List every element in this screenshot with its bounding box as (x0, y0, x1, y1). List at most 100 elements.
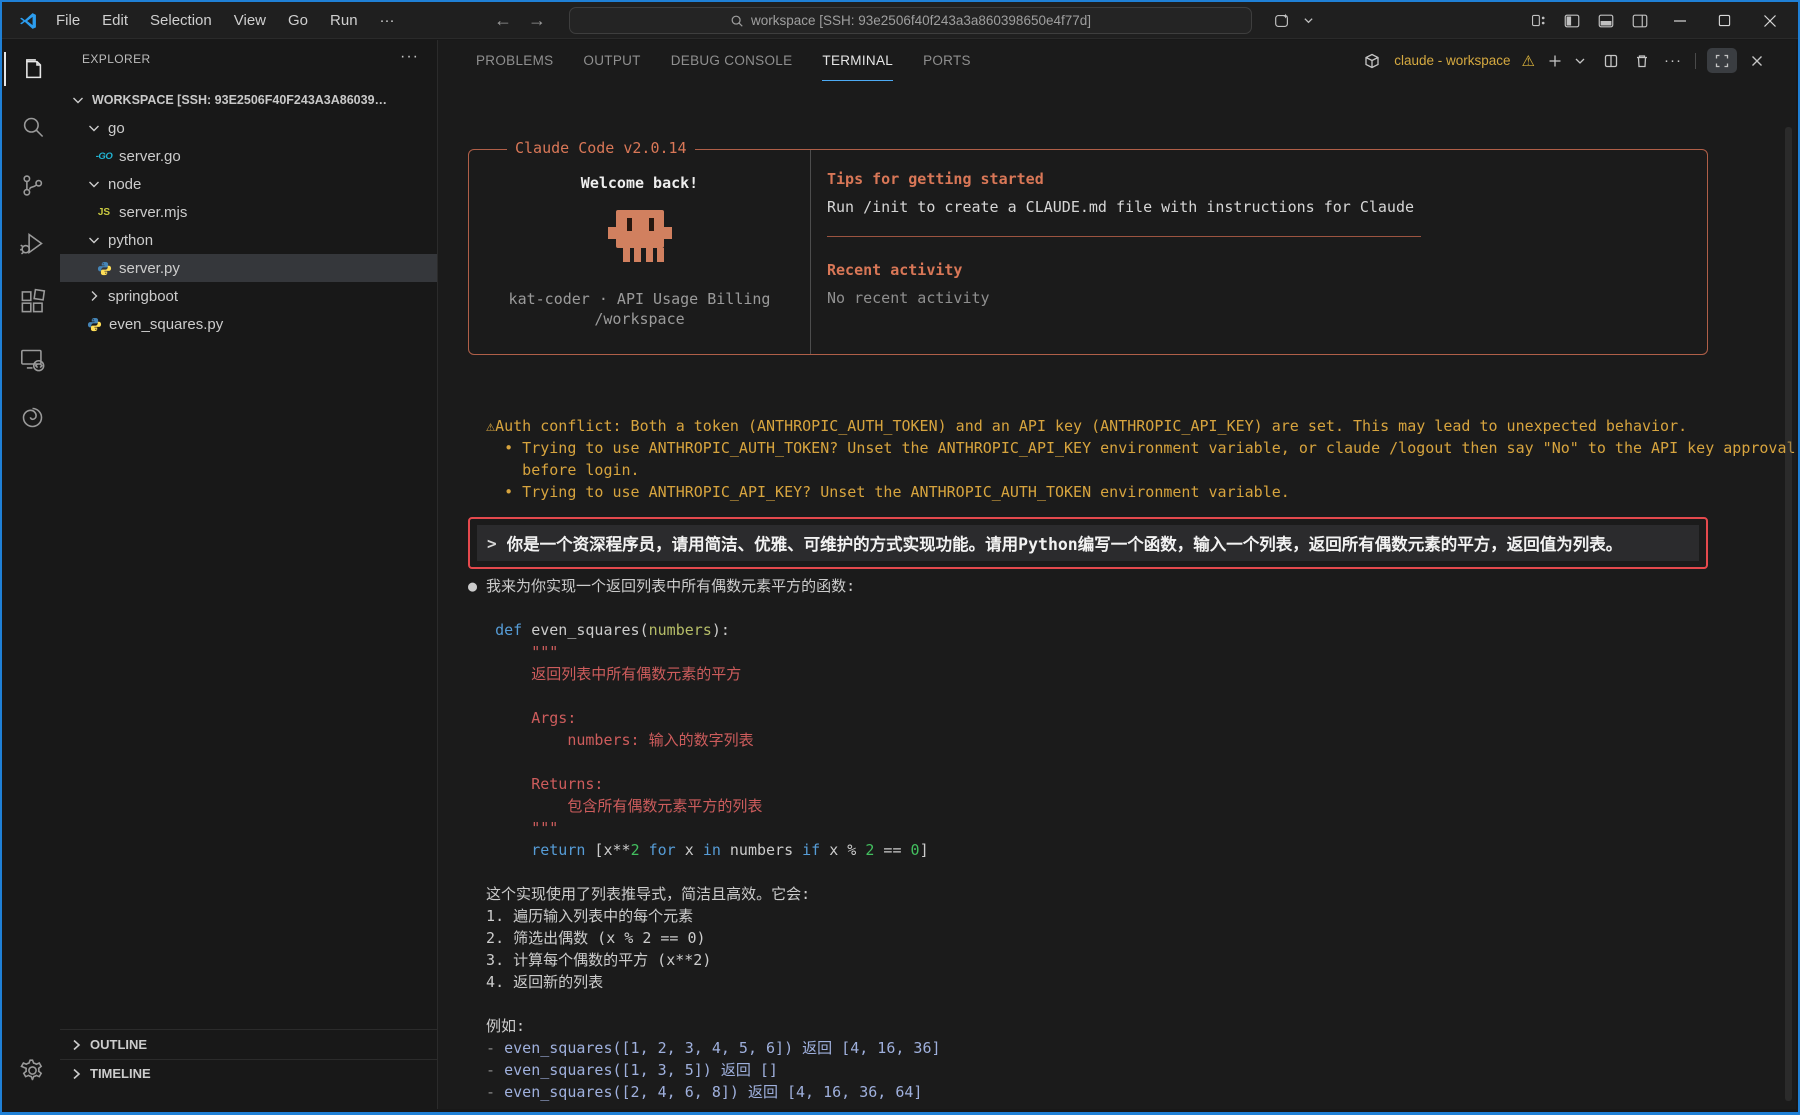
maximize-button[interactable] (1702, 2, 1747, 39)
terminal-warning-icon: ⚠ (1522, 52, 1535, 70)
tips-line: Run /init to create a CLAUDE.md file wit… (827, 198, 1707, 218)
command-center[interactable]: workspace [SSH: 93e2506f40f243a3a8603986… (569, 7, 1252, 34)
claude-mascot-icon (607, 210, 673, 266)
forward-icon[interactable]: → (528, 10, 546, 31)
activitybar-explorer-icon[interactable] (4, 40, 60, 98)
panel-more-actions-icon[interactable]: ··· (1662, 50, 1684, 72)
copilot-icon[interactable] (1265, 7, 1299, 35)
file-tree: WORKSPACE [SSH: 93E2506F40F243A3A8603986… (60, 86, 437, 338)
tree-item-label: even_squares.py (109, 316, 223, 333)
activitybar-remote-explorer-icon[interactable] (4, 330, 60, 388)
activitybar-source-control-icon[interactable] (4, 156, 60, 214)
terminal-tab-label[interactable]: claude - workspace (1394, 53, 1510, 68)
terminal-dropdown-chevron-icon[interactable] (1569, 50, 1591, 72)
terminal-line (468, 751, 1796, 773)
terminal-line: 2. 筛选出偶数 (x % 2 == 0) (468, 927, 1796, 949)
activity-bar (4, 40, 60, 1109)
tree-item-server.go[interactable]: -GOserver.go (60, 142, 437, 170)
chevron-right-icon (68, 1037, 84, 1053)
tree-item-label: node (108, 176, 141, 193)
claude-code-welcome-box: Claude Code v2.0.14 Welcome back! (468, 149, 1708, 355)
close-panel-icon[interactable] (1746, 50, 1768, 72)
tips-title: Tips for getting started (827, 170, 1707, 190)
panel-tab-output[interactable]: OUTPUT (583, 40, 640, 81)
terminal-line: • Trying to use ANTHROPIC_API_KEY? Unset… (468, 481, 1796, 503)
menu-run[interactable]: Run (319, 8, 369, 33)
copilot-chevron-icon[interactable] (1303, 15, 1314, 26)
prompt-input-box[interactable]: > 你是一个资深程序员，请用简洁、优雅、可维护的方式实现功能。请用Python编… (468, 517, 1708, 569)
timeline-section[interactable]: TIMELINE (60, 1059, 437, 1087)
tree-item-node[interactable]: node (60, 170, 437, 198)
tree-item-label: server.go (119, 148, 181, 165)
claude-box-right-column: Tips for getting started Run /init to cr… (811, 150, 1707, 354)
terminal-line: - even_squares([1, 3, 5]) 返回 [] (468, 1059, 1796, 1081)
tree-item-label: go (108, 120, 125, 137)
activitybar-settings-icon[interactable] (4, 1041, 60, 1099)
minimize-button[interactable] (1657, 2, 1702, 39)
tree-item-label: WORKSPACE [SSH: 93E2506F40F243A3A8603986… (92, 93, 392, 107)
new-terminal-icon[interactable] (1544, 50, 1566, 72)
layouts-icon[interactable] (1521, 7, 1555, 35)
terminal-line: before login. (468, 459, 1796, 481)
toggle-sidebar-icon[interactable] (1555, 7, 1589, 35)
tree-item-even-squares.py[interactable]: even_squares.py (60, 310, 437, 338)
toggle-panel-icon[interactable] (1589, 7, 1623, 35)
panel-tab-problems[interactable]: PROBLEMS (476, 40, 553, 81)
terminal-line (468, 685, 1796, 707)
terminal-scrollbar[interactable] (1785, 127, 1792, 1101)
terminal-line: - even_squares([2, 4, 6, 8]) 返回 [4, 16, … (468, 1081, 1796, 1103)
panel-tab-ports[interactable]: PORTS (923, 40, 971, 81)
activitybar-ai-assistant-icon[interactable] (4, 388, 60, 446)
menu-view[interactable]: View (223, 8, 277, 33)
split-terminal-icon[interactable] (1600, 50, 1622, 72)
chevron-down-icon (86, 232, 102, 248)
panel-tab-debug-console[interactable]: DEBUG CONSOLE (671, 40, 793, 81)
tree-item-springboot[interactable]: springboot (60, 282, 437, 310)
menu-go[interactable]: Go (277, 8, 319, 33)
tree-item-server.py[interactable]: server.py (60, 254, 437, 282)
menu-selection[interactable]: Selection (139, 8, 223, 33)
terminal-line: 返回列表中所有偶数元素的平方 (468, 663, 1796, 685)
menu-edit[interactable]: Edit (91, 8, 139, 33)
auth-warning-block: ⚠Auth conflict: Both a token (ANTHROPIC_… (468, 415, 1796, 503)
panel-tab-terminal[interactable]: TERMINAL (822, 40, 893, 81)
welcome-text: Welcome back! (581, 174, 698, 196)
chevron-right-icon (68, 1066, 84, 1082)
kill-terminal-icon[interactable] (1631, 50, 1653, 72)
terminal-line: """ (468, 817, 1796, 839)
maximize-panel-icon[interactable] (1707, 48, 1737, 73)
explorer-more-actions-icon[interactable]: ··· (400, 48, 419, 66)
tree-item-server.mjs[interactable]: JSserver.mjs (60, 198, 437, 226)
assistant-response-block: ● 我来为你实现一个返回列表中所有偶数元素平方的函数: def even_squ… (468, 575, 1796, 1103)
tree-item-go[interactable]: go (60, 114, 437, 142)
divider (827, 236, 1421, 237)
prompt-text: 你是一个资深程序员，请用简洁、优雅、可维护的方式实现功能。请用Python编写一… (507, 531, 1623, 555)
activitybar-extensions-icon[interactable] (4, 272, 60, 330)
outline-section[interactable]: OUTLINE (60, 1029, 437, 1059)
claude-box-title: Claude Code v2.0.14 (507, 139, 695, 157)
chevron-right-icon (86, 288, 102, 304)
menu-file[interactable]: File (45, 8, 91, 33)
activitybar-search-icon[interactable] (4, 98, 60, 156)
recent-activity-title: Recent activity (827, 261, 1707, 281)
back-icon[interactable]: ← (494, 10, 512, 31)
bottom-panel: PROBLEMS OUTPUT DEBUG CONSOLE TERMINAL PORTS… (438, 40, 1796, 1109)
python-file-icon (95, 260, 113, 276)
activitybar-run-and-debug-icon[interactable] (4, 214, 60, 272)
explorer-title: EXPLORER (60, 40, 437, 78)
terminal-line: numbers: 输入的数字列表 (468, 729, 1796, 751)
terminal-line: 例如: (468, 1015, 1796, 1037)
terminal-line: - even_squares([1, 2, 3, 4, 5, 6]) 返回 [4… (468, 1037, 1796, 1059)
menu-[interactable]: ··· (369, 8, 406, 33)
command-center-text: workspace [SSH: 93e2506f40f243a3a8603986… (751, 13, 1091, 28)
close-button[interactable] (1747, 2, 1792, 39)
chevron-down-icon (70, 92, 86, 108)
js-file-icon: JS (95, 204, 113, 220)
outline-label: OUTLINE (90, 1037, 147, 1052)
tree-item-python[interactable]: python (60, 226, 437, 254)
timeline-label: TIMELINE (90, 1066, 151, 1081)
toggle-secondary-sidebar-icon[interactable] (1623, 7, 1657, 35)
terminal-content[interactable]: Claude Code v2.0.14 Welcome back! (438, 81, 1796, 1109)
explorer-sidebar: EXPLORER ··· WORKSPACE [SSH: 93E2506F40F… (60, 40, 438, 1109)
tree-item-workspace-ssh-93e2506f40f243a3a860398650[interactable]: WORKSPACE [SSH: 93E2506F40F243A3A8603986… (60, 86, 437, 114)
